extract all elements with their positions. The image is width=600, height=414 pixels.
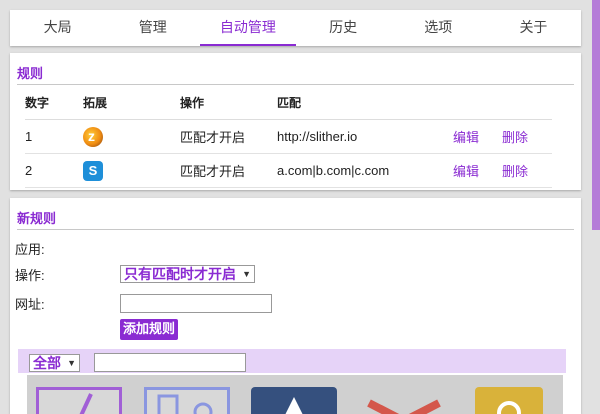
tab-auto-manage[interactable]: 自动管理 — [200, 10, 296, 46]
extension-tile[interactable] — [36, 387, 122, 414]
tab-about[interactable]: 关于 — [486, 10, 581, 46]
table-row: 1 匹配才开启 http://slither.io 编辑 删除 — [25, 119, 552, 154]
extension-tile[interactable] — [251, 387, 337, 414]
folder-icon — [285, 397, 303, 414]
rule-action: 匹配才开启 — [180, 119, 277, 154]
url-input[interactable] — [120, 294, 272, 313]
slither-extension-icon — [83, 126, 103, 147]
dropdown-arrow-icon: ▼ — [67, 358, 76, 368]
url-label: 网址: — [15, 297, 45, 312]
tab-manage[interactable]: 管理 — [105, 10, 200, 46]
contact-card-icon — [157, 394, 213, 414]
dropdown-arrow-icon: ▼ — [242, 269, 251, 279]
scrollbar-thumb[interactable] — [592, 0, 600, 230]
rule-number: 2 — [25, 153, 83, 188]
table-row: 2 S 匹配才开启 a.com|b.com|c.com 编辑 删除 — [25, 153, 552, 188]
tab-history[interactable]: 历史 — [296, 10, 391, 46]
extension-tile[interactable] — [361, 387, 447, 414]
action-select-value: 只有匹配时才开启 — [124, 266, 236, 282]
extension-tile[interactable] — [475, 387, 543, 414]
apply-label: 应用: — [15, 242, 45, 257]
table-header-row: 数字 拓展 操作 匹配 — [25, 85, 552, 120]
tab-bar: 大局 管理 自动管理 历史 选项 关于 — [10, 10, 581, 46]
extension-gallery — [27, 375, 563, 414]
add-rule-button[interactable]: 添加规则 — [120, 319, 179, 340]
extension-filter-select[interactable]: 全部 ▼ — [29, 354, 80, 372]
tab-options[interactable]: 选项 — [391, 10, 486, 46]
column-header-match: 匹配 — [277, 85, 453, 120]
rules-table: 数字 拓展 操作 匹配 1 匹配才开启 http://slither.io 编辑… — [25, 85, 552, 188]
rule-match: a.com|b.com|c.com — [277, 153, 453, 188]
filter-select-value: 全部 — [33, 355, 61, 371]
rule-number: 1 — [25, 119, 83, 154]
extension-search-input[interactable] — [94, 353, 246, 372]
rules-panel: 规则 数字 拓展 操作 匹配 1 匹配才开启 http://slither.io… — [10, 53, 581, 190]
new-rule-panel-title: 新规则 — [17, 208, 574, 230]
column-header-action: 操作 — [180, 85, 277, 120]
mail-icon — [367, 399, 441, 414]
extension-tile[interactable] — [144, 387, 230, 414]
edit-rule-button[interactable]: 编辑 — [453, 130, 479, 145]
action-label: 操作: — [15, 268, 45, 283]
rule-action: 匹配才开启 — [180, 153, 277, 188]
action-select[interactable]: 只有匹配时才开启 ▼ — [120, 265, 255, 283]
edit-rule-button[interactable]: 编辑 — [453, 164, 479, 179]
circle-icon — [497, 401, 521, 414]
pencil-icon — [79, 393, 93, 414]
rules-panel-title: 规则 — [17, 63, 574, 85]
tab-overview[interactable]: 大局 — [10, 10, 105, 46]
rule-match: http://slither.io — [277, 119, 453, 154]
s-extension-icon: S — [83, 160, 103, 181]
column-header-extension: 拓展 — [83, 85, 180, 120]
column-header-number: 数字 — [25, 85, 83, 120]
delete-rule-button[interactable]: 删除 — [502, 164, 528, 179]
delete-rule-button[interactable]: 删除 — [502, 130, 528, 145]
